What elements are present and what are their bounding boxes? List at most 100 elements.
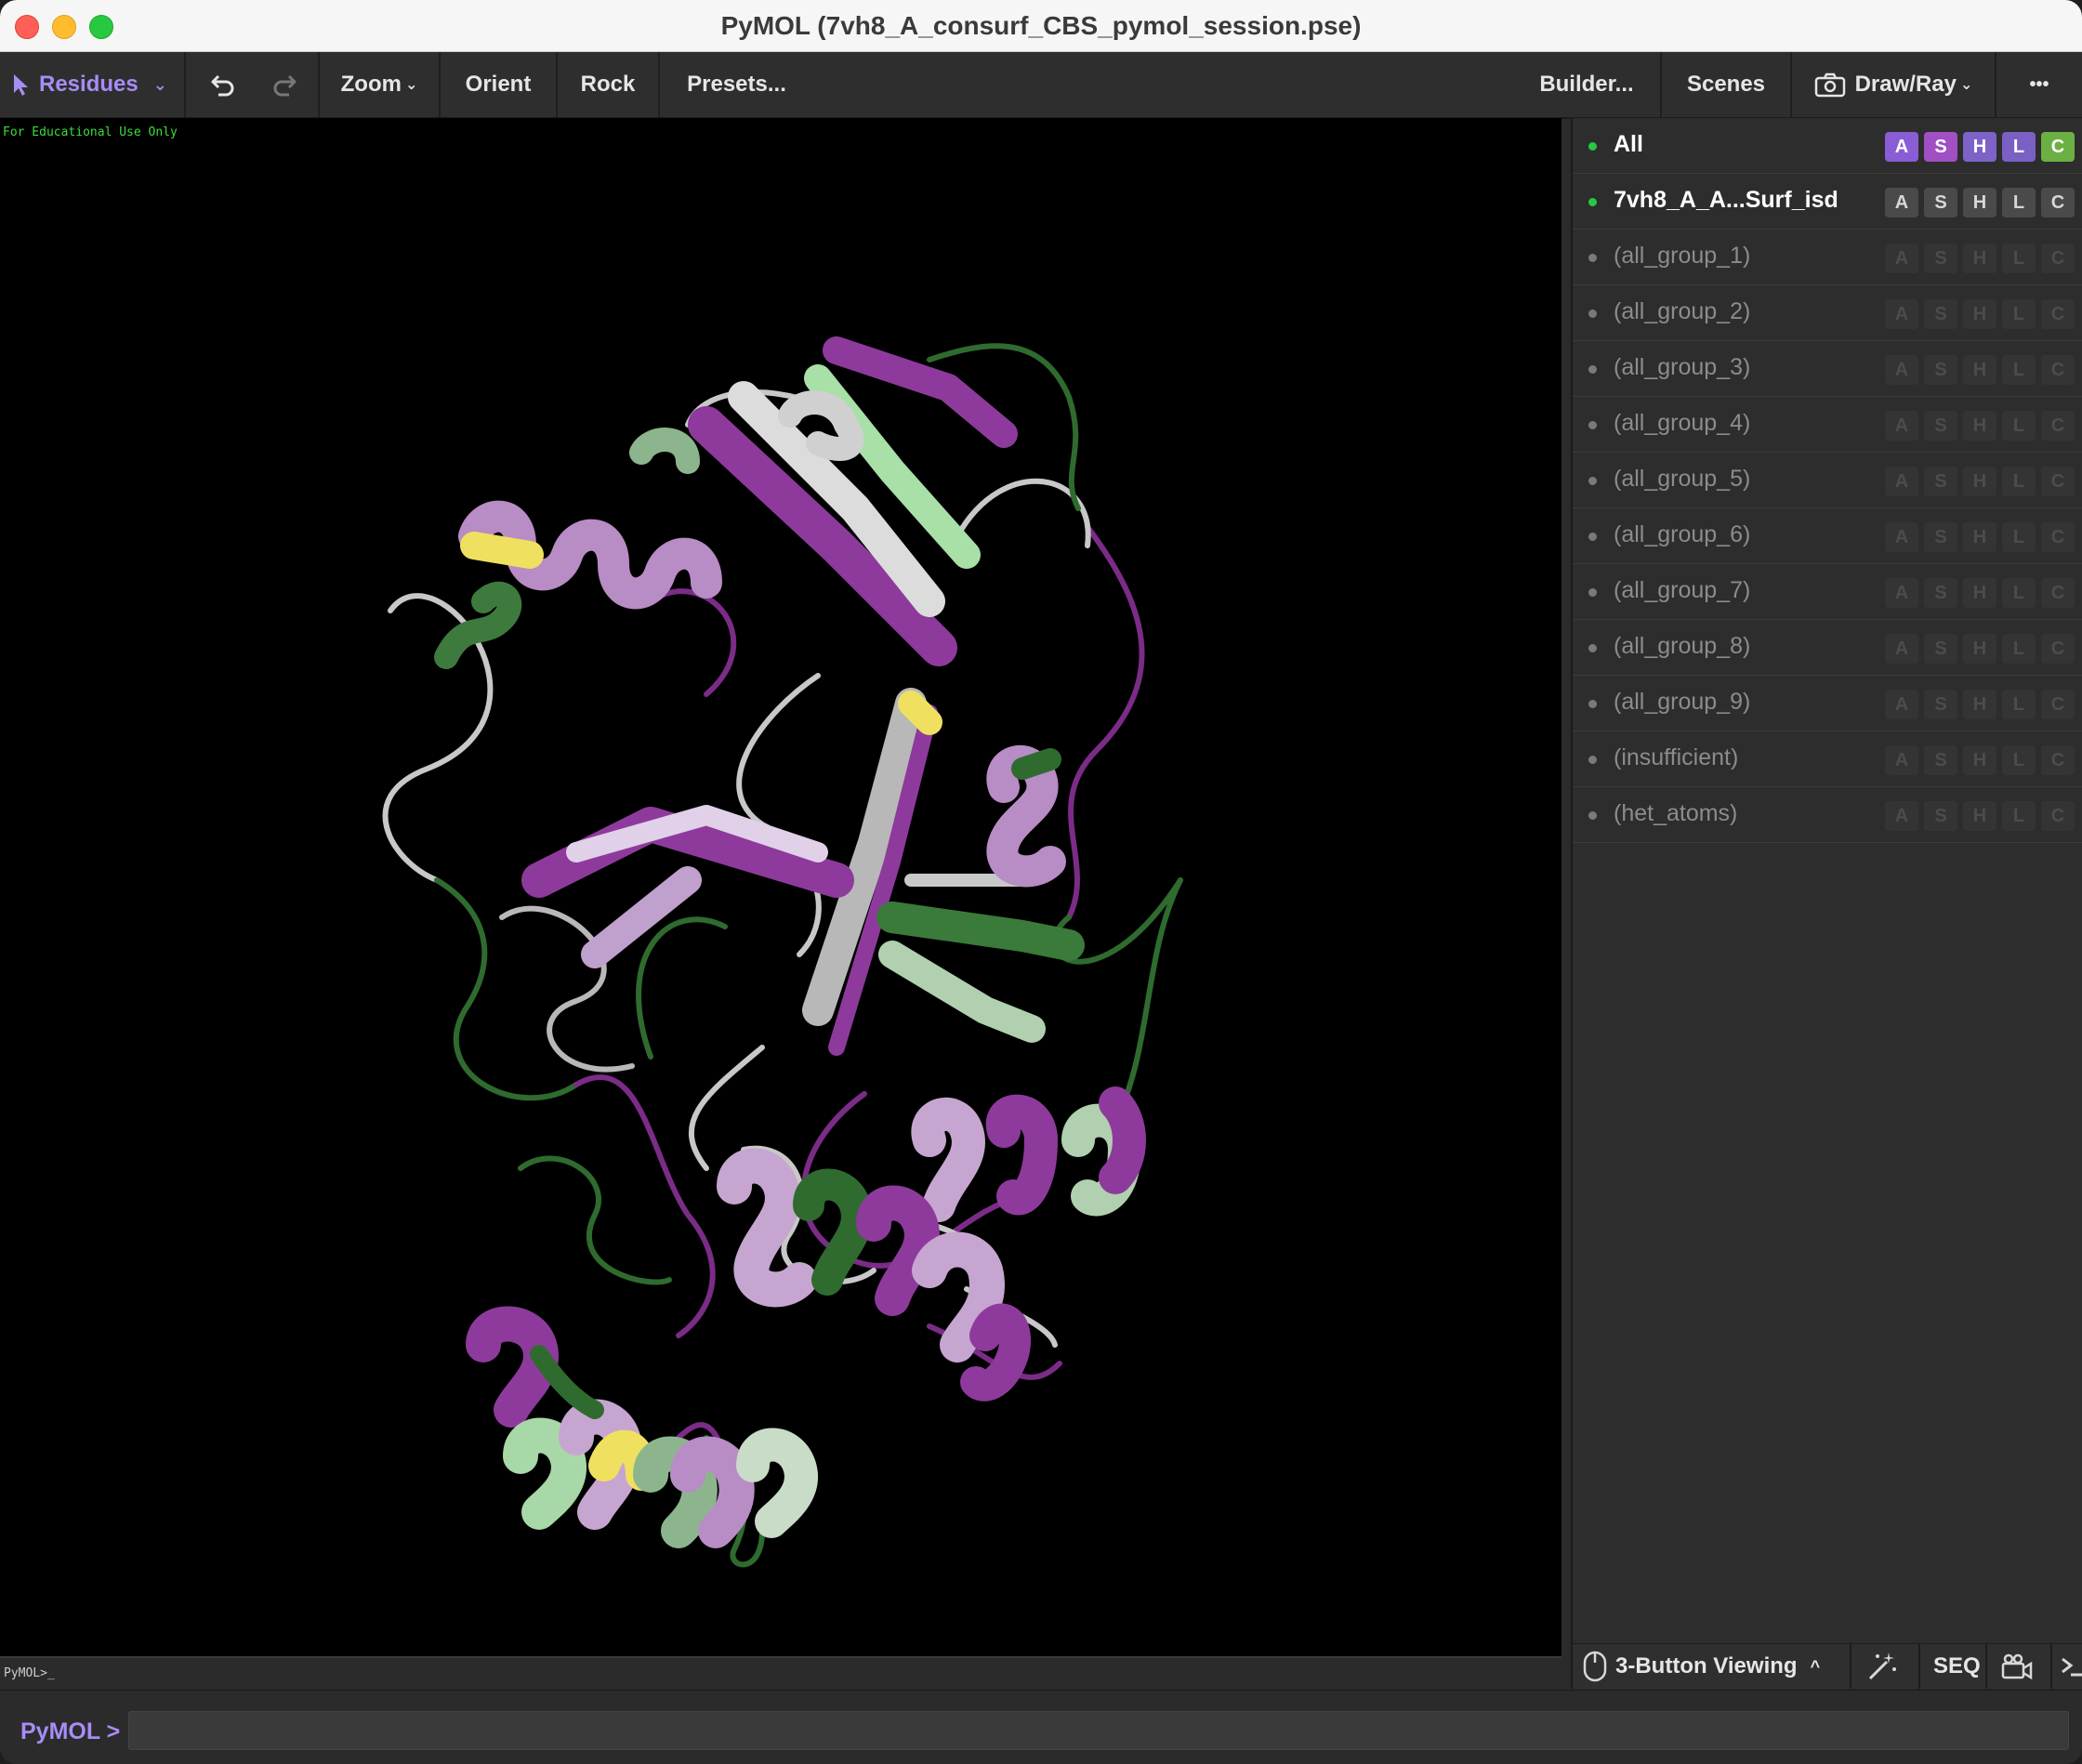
- object-row[interactable]: (insufficient) A S H L C: [1573, 731, 2082, 787]
- object-button-h[interactable]: H: [1963, 467, 1996, 496]
- visibility-dot-icon[interactable]: [1588, 811, 1597, 820]
- object-row[interactable]: (all_group_9) A S H L C: [1573, 676, 2082, 731]
- orient-button[interactable]: Orient: [441, 52, 558, 117]
- terminal-button[interactable]: [2060, 1644, 2082, 1689]
- object-button-s[interactable]: S: [1924, 188, 1957, 217]
- object-row[interactable]: (all_group_4) A S H L C: [1573, 397, 2082, 453]
- sequence-viewer-button[interactable]: SEQ: [1933, 1644, 1981, 1689]
- object-button-c[interactable]: C: [2041, 634, 2075, 664]
- object-button-a[interactable]: A: [1885, 467, 1918, 496]
- object-button-a[interactable]: A: [1885, 801, 1918, 831]
- object-button-l[interactable]: L: [2002, 467, 2036, 496]
- object-button-h[interactable]: H: [1963, 411, 1996, 441]
- mouse-mode-button[interactable]: 3-Button Viewing ^: [1582, 1644, 1820, 1689]
- presets-button[interactable]: Presets...: [660, 52, 813, 117]
- object-button-s[interactable]: S: [1924, 132, 1957, 162]
- object-button-c[interactable]: C: [2041, 522, 2075, 552]
- object-button-c[interactable]: C: [2041, 690, 2075, 719]
- object-button-l[interactable]: L: [2002, 690, 2036, 719]
- object-button-c[interactable]: C: [2041, 801, 2075, 831]
- object-row[interactable]: All A S H L C: [1573, 118, 2082, 174]
- object-button-c[interactable]: C: [2041, 411, 2075, 441]
- object-button-h[interactable]: H: [1963, 522, 1996, 552]
- visibility-dot-icon[interactable]: [1588, 421, 1597, 429]
- object-button-h[interactable]: H: [1963, 634, 1996, 664]
- draw-ray-button[interactable]: Draw/Ray ⌄: [1792, 52, 1996, 117]
- visibility-dot-icon[interactable]: [1588, 533, 1597, 541]
- object-button-l[interactable]: L: [2002, 188, 2036, 217]
- object-button-s[interactable]: S: [1924, 411, 1957, 441]
- visibility-dot-icon[interactable]: [1588, 477, 1597, 485]
- object-button-s[interactable]: S: [1924, 690, 1957, 719]
- object-button-l[interactable]: L: [2002, 355, 2036, 385]
- object-button-s[interactable]: S: [1924, 522, 1957, 552]
- object-row[interactable]: 7vh8_A_A...Surf_isd A S H L C: [1573, 174, 2082, 230]
- object-button-l[interactable]: L: [2002, 634, 2036, 664]
- object-button-c[interactable]: C: [2041, 355, 2075, 385]
- object-button-s[interactable]: S: [1924, 745, 1957, 775]
- object-button-s[interactable]: S: [1924, 299, 1957, 329]
- object-button-s[interactable]: S: [1924, 634, 1957, 664]
- molecular-viewer[interactable]: For Educational Use Only: [0, 118, 1562, 1656]
- object-button-l[interactable]: L: [2002, 132, 2036, 162]
- object-button-l[interactable]: L: [2002, 522, 2036, 552]
- object-button-a[interactable]: A: [1885, 188, 1918, 217]
- undo-button[interactable]: [195, 52, 251, 117]
- object-button-s[interactable]: S: [1924, 355, 1957, 385]
- scenes-button[interactable]: Scenes: [1662, 52, 1792, 117]
- redo-button[interactable]: [251, 52, 320, 117]
- object-button-h[interactable]: H: [1963, 745, 1996, 775]
- object-button-l[interactable]: L: [2002, 578, 2036, 608]
- object-button-c[interactable]: C: [2041, 745, 2075, 775]
- object-button-c[interactable]: C: [2041, 188, 2075, 217]
- visibility-dot-icon[interactable]: [1588, 365, 1597, 374]
- object-button-h[interactable]: H: [1963, 801, 1996, 831]
- zoom-button[interactable]: Zoom ⌄: [320, 52, 441, 117]
- selection-mode-button[interactable]: Residues ⌄: [0, 52, 186, 117]
- object-button-h[interactable]: H: [1963, 355, 1996, 385]
- movie-camera-button[interactable]: [2000, 1644, 2034, 1689]
- object-button-c[interactable]: C: [2041, 244, 2075, 273]
- object-button-h[interactable]: H: [1963, 299, 1996, 329]
- object-button-l[interactable]: L: [2002, 801, 2036, 831]
- visibility-dot-icon[interactable]: [1588, 254, 1597, 262]
- builder-button[interactable]: Builder...: [1513, 52, 1662, 117]
- object-button-h[interactable]: H: [1963, 690, 1996, 719]
- object-row[interactable]: (all_group_1) A S H L C: [1573, 230, 2082, 285]
- object-button-a[interactable]: A: [1885, 411, 1918, 441]
- visibility-dot-icon[interactable]: [1588, 309, 1597, 318]
- object-button-a[interactable]: A: [1885, 578, 1918, 608]
- object-button-h[interactable]: H: [1963, 244, 1996, 273]
- object-button-a[interactable]: A: [1885, 690, 1918, 719]
- object-button-a[interactable]: A: [1885, 244, 1918, 273]
- object-button-l[interactable]: L: [2002, 244, 2036, 273]
- more-options-button[interactable]: •••: [1996, 52, 2082, 117]
- object-button-h[interactable]: H: [1963, 188, 1996, 217]
- object-button-a[interactable]: A: [1885, 745, 1918, 775]
- rock-button[interactable]: Rock: [558, 52, 660, 117]
- object-row[interactable]: (all_group_6) A S H L C: [1573, 508, 2082, 564]
- object-button-s[interactable]: S: [1924, 578, 1957, 608]
- object-row[interactable]: (all_group_3) A S H L C: [1573, 341, 2082, 397]
- object-row[interactable]: (all_group_8) A S H L C: [1573, 620, 2082, 676]
- object-button-c[interactable]: C: [2041, 299, 2075, 329]
- object-button-s[interactable]: S: [1924, 467, 1957, 496]
- object-row[interactable]: (all_group_2) A S H L C: [1573, 285, 2082, 341]
- visibility-dot-icon[interactable]: [1588, 198, 1597, 206]
- object-button-a[interactable]: A: [1885, 522, 1918, 552]
- object-row[interactable]: (all_group_7) A S H L C: [1573, 564, 2082, 620]
- visibility-dot-icon[interactable]: [1588, 644, 1597, 652]
- object-button-s[interactable]: S: [1924, 801, 1957, 831]
- object-button-c[interactable]: C: [2041, 467, 2075, 496]
- object-button-a[interactable]: A: [1885, 355, 1918, 385]
- object-row[interactable]: (het_atoms) A S H L C: [1573, 787, 2082, 843]
- object-button-l[interactable]: L: [2002, 411, 2036, 441]
- visibility-dot-icon[interactable]: [1588, 588, 1597, 597]
- object-button-a[interactable]: A: [1885, 299, 1918, 329]
- visibility-dot-icon[interactable]: [1588, 756, 1597, 764]
- magic-wand-button[interactable]: [1866, 1644, 1898, 1689]
- command-input[interactable]: [128, 1711, 2069, 1750]
- object-row[interactable]: (all_group_5) A S H L C: [1573, 453, 2082, 508]
- object-button-a[interactable]: A: [1885, 634, 1918, 664]
- object-button-c[interactable]: C: [2041, 578, 2075, 608]
